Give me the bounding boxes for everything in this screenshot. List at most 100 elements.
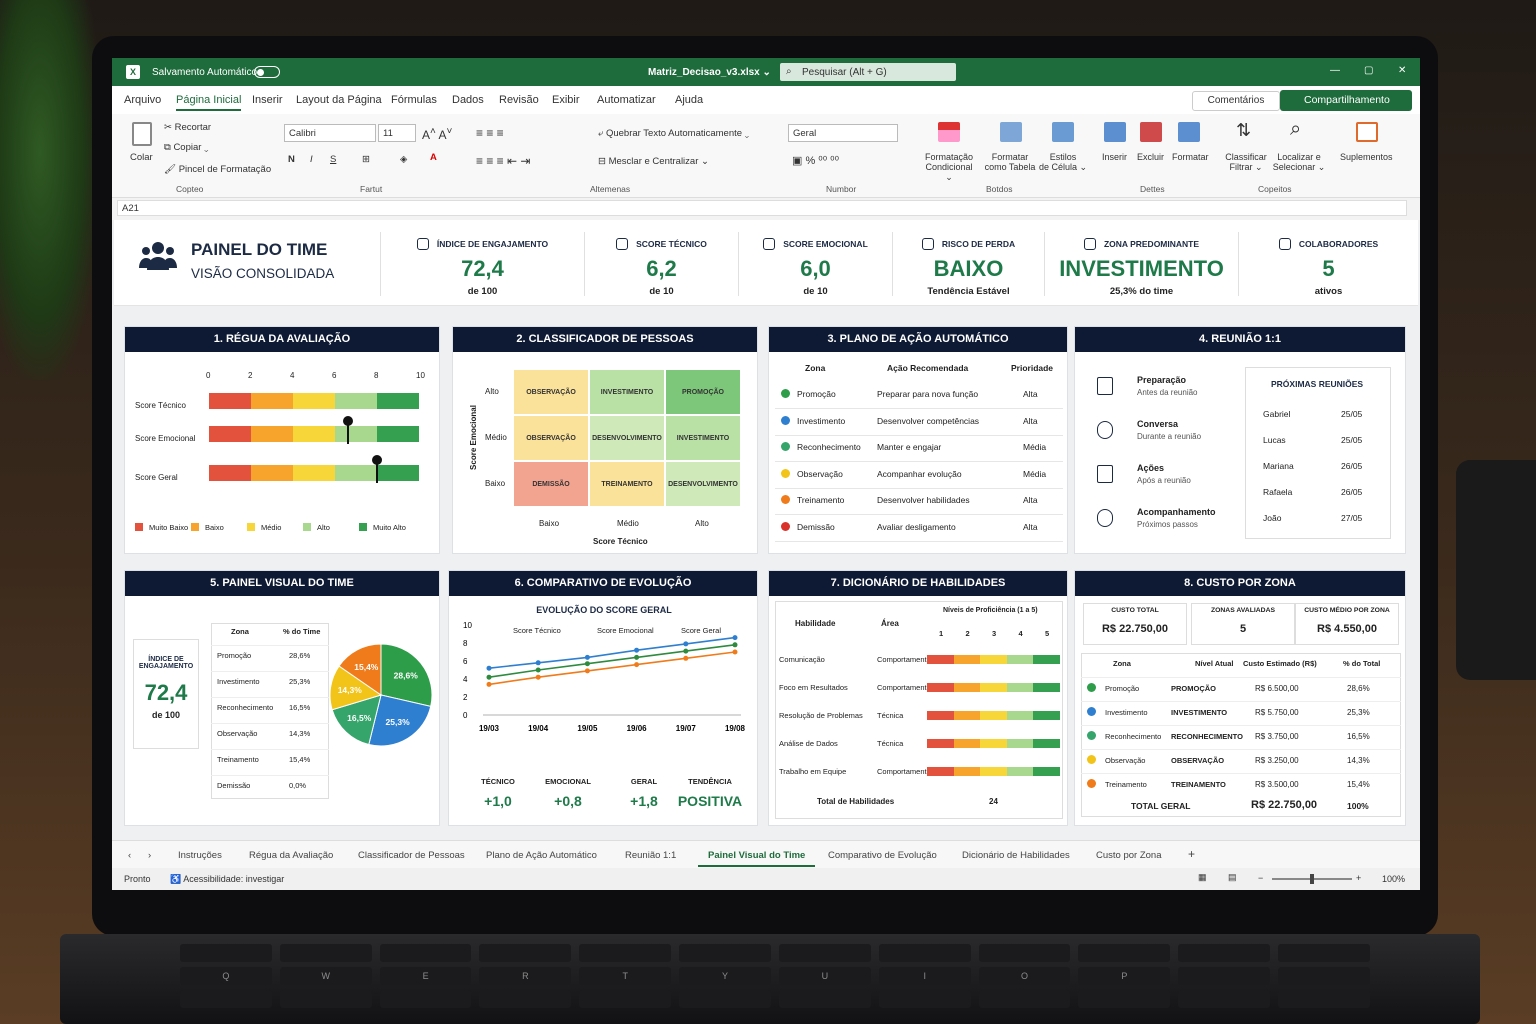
cell-styles-button[interactable]: Estilos de Célula ⌄ bbox=[1038, 152, 1088, 173]
search-box[interactable]: ⌕ Pesquisar (Alt + G) bbox=[780, 63, 956, 81]
sort-filter-button[interactable]: Classificar Filtrar ⌄ bbox=[1222, 152, 1270, 173]
classifier-cell-label: INVESTIMENTO bbox=[676, 434, 730, 442]
search-placeholder: Pesquisar (Alt + G) bbox=[802, 67, 887, 78]
menu-formulas[interactable]: Fórmulas bbox=[391, 94, 437, 106]
format-cells-icon[interactable] bbox=[1178, 122, 1200, 142]
briefcase-icon bbox=[1083, 238, 1096, 250]
format-table-button[interactable]: Formatar como Tabela bbox=[982, 152, 1038, 172]
tab-reuni-o-1-1[interactable]: Reunião 1:1 bbox=[625, 850, 676, 861]
cost-pct: 14,3% bbox=[1347, 756, 1370, 765]
zoom-slider-thumb[interactable] bbox=[1310, 874, 1314, 884]
align-top-icon[interactable]: ≡ ≡ ≡ bbox=[476, 126, 504, 140]
tab-scroll-left[interactable]: ‹ bbox=[128, 850, 131, 861]
font-size-dropdown[interactable]: 11 bbox=[378, 124, 416, 142]
add-sheet-button[interactable]: + bbox=[1188, 847, 1195, 861]
find-select-button[interactable]: Localizar e Selecionar ⌄ bbox=[1272, 152, 1326, 173]
cut-button[interactable]: ✂ Recortar bbox=[164, 122, 211, 133]
menu-revisao[interactable]: Revisão bbox=[499, 94, 539, 106]
maximize-button[interactable]: ▢ bbox=[1364, 65, 1373, 76]
proficiency-segment bbox=[927, 683, 954, 692]
number-format-dropdown[interactable]: Geral bbox=[788, 124, 898, 142]
add-ins-icon[interactable] bbox=[1356, 122, 1378, 142]
underline-button[interactable]: S bbox=[330, 154, 336, 165]
tab-plano-de-a-o-autom-tico[interactable]: Plano de Ação Automático bbox=[486, 850, 597, 861]
proficiency-segment bbox=[1006, 683, 1033, 692]
zone-dot-icon bbox=[1087, 779, 1096, 788]
zoom-in-button[interactable]: + bbox=[1356, 873, 1361, 883]
format-table-icon[interactable] bbox=[1000, 122, 1022, 142]
autosave-toggle[interactable] bbox=[254, 66, 280, 78]
name-box[interactable]: A21 bbox=[117, 200, 1407, 216]
tab-painel-visual-do-time[interactable]: Painel Visual do Time bbox=[698, 850, 816, 867]
search-icon: ⌕ bbox=[786, 66, 792, 77]
insert-cells-button[interactable]: Inserir bbox=[1102, 152, 1127, 162]
minimize-button[interactable]: — bbox=[1330, 65, 1340, 76]
tab-r-gua-da-avalia-o[interactable]: Régua da Avaliação bbox=[249, 850, 333, 861]
menu-layout[interactable]: Layout da Página bbox=[296, 94, 382, 106]
align-left-icon[interactable]: ≡ ≡ ≡ ⇤ ⇥ bbox=[476, 154, 530, 168]
italic-button[interactable]: I bbox=[310, 154, 313, 165]
tab-scroll-right[interactable]: › bbox=[148, 850, 151, 861]
tab-dicion-rio-de-habilidades[interactable]: Dicionário de Habilidades bbox=[962, 850, 1070, 861]
share-button[interactable]: Compartilhamento bbox=[1280, 90, 1412, 111]
cost-pct: 16,5% bbox=[1347, 732, 1370, 741]
comments-button[interactable]: Comentários bbox=[1192, 91, 1280, 111]
currency-percent-icons[interactable]: ▣ % ⁰⁰ ⁰⁰ bbox=[792, 154, 839, 167]
paste-icon[interactable] bbox=[132, 122, 152, 146]
x-tick-label: 19/05 bbox=[577, 724, 598, 733]
proficiency-segment bbox=[980, 655, 1007, 664]
cell-styles-icon[interactable] bbox=[1052, 122, 1074, 142]
menu-arquivo[interactable]: Arquivo bbox=[124, 94, 161, 106]
insert-cells-icon[interactable] bbox=[1104, 122, 1126, 142]
wrap-text-button[interactable]: ⤶ Quebrar Texto Automaticamente ⌄ bbox=[598, 128, 749, 139]
bold-button[interactable]: N bbox=[288, 154, 295, 165]
delete-cells-button[interactable]: Excluir bbox=[1137, 152, 1164, 162]
zoom-level[interactable]: 100% bbox=[1382, 874, 1405, 884]
menu-automatizar[interactable]: Automatizar bbox=[597, 94, 656, 106]
meeting-step-sub: Próximos passos bbox=[1137, 520, 1198, 529]
file-name[interactable]: Matriz_Decisao_v3.xlsx ⌄ bbox=[648, 67, 771, 78]
tab-classificador-de-pessoas[interactable]: Classificador de Pessoas bbox=[358, 850, 465, 861]
skills-level-label: 2 bbox=[965, 629, 970, 638]
close-button[interactable]: ✕ bbox=[1398, 65, 1406, 76]
conditional-format-button[interactable]: Formatação Condicional ⌄ bbox=[924, 152, 974, 183]
menu-dados[interactable]: Dados bbox=[452, 94, 484, 106]
cost-table-header: Nível Atual bbox=[1195, 659, 1234, 668]
find-select-icon[interactable]: ⌕ bbox=[1290, 118, 1301, 141]
conditional-format-icon[interactable] bbox=[938, 122, 960, 142]
legend-swatch bbox=[191, 523, 199, 531]
accessibility-status[interactable]: ♿ Acessibilidade: investigar bbox=[170, 874, 284, 885]
paste-label[interactable]: Colar bbox=[130, 152, 153, 163]
copy-button[interactable]: ⧉ Copiar ⌄ bbox=[164, 142, 209, 153]
page-layout-icon[interactable]: ▤ bbox=[1228, 872, 1237, 883]
menu-ajuda[interactable]: Ajuda bbox=[675, 94, 703, 106]
normal-view-icon[interactable]: ▦ bbox=[1198, 872, 1207, 883]
sort-filter-icon[interactable]: ⇅ bbox=[1236, 120, 1251, 141]
ruler-tick-label: 2 bbox=[248, 371, 253, 380]
panel-custo: 8. CUSTO POR ZONA CUSTO TOTAL R$ 22.750,0… bbox=[1074, 570, 1406, 826]
menu-pagina-inicial[interactable]: Página Inicial bbox=[176, 94, 242, 111]
panel-regua: 1. RÉGUA DA AVALIAÇÃO 0 2 4 6 8 10 Score Técni… bbox=[124, 326, 440, 554]
kpi-value: BAIXO bbox=[933, 256, 1004, 281]
skills-level-label: 1 bbox=[939, 629, 944, 638]
tab-comparativo-de-evolu-o[interactable]: Comparativo de Evolução bbox=[828, 850, 937, 861]
zoom-out-button[interactable]: − bbox=[1258, 873, 1263, 883]
menu-inserir[interactable]: Inserir bbox=[252, 94, 283, 106]
tab-custo-por-zona[interactable]: Custo por Zona bbox=[1096, 850, 1161, 861]
evolution-chart-title: EVOLUÇÃO DO SCORE GERAL bbox=[536, 605, 672, 615]
tab-instru-es[interactable]: Instruções bbox=[178, 850, 222, 861]
menu-exibir[interactable]: Exibir bbox=[552, 94, 580, 106]
add-ins-button[interactable]: Suplementos bbox=[1340, 152, 1393, 162]
meeting-step-sub: Após a reunião bbox=[1137, 476, 1191, 485]
fill-color-icon[interactable]: ◈ bbox=[400, 154, 407, 165]
borders-icon[interactable]: ⊞ bbox=[362, 154, 370, 165]
font-color-icon[interactable]: A bbox=[430, 152, 437, 163]
font-dropdown[interactable]: Calibri bbox=[284, 124, 376, 142]
ruler-marker-line bbox=[346, 424, 349, 444]
merge-center-button[interactable]: ⊟ Mesclar e Centralizar ⌄ bbox=[598, 156, 709, 167]
font-grow-icon[interactable]: A˄ A˅ bbox=[422, 126, 452, 142]
format-painter-button[interactable]: 🖌 Pincel de Formatação bbox=[164, 164, 271, 175]
panel-dicionario-title: 7. DICIONÁRIO DE HABILIDADES bbox=[769, 571, 1067, 596]
format-cells-button[interactable]: Formatar bbox=[1172, 152, 1209, 162]
delete-cells-icon[interactable] bbox=[1140, 122, 1162, 142]
